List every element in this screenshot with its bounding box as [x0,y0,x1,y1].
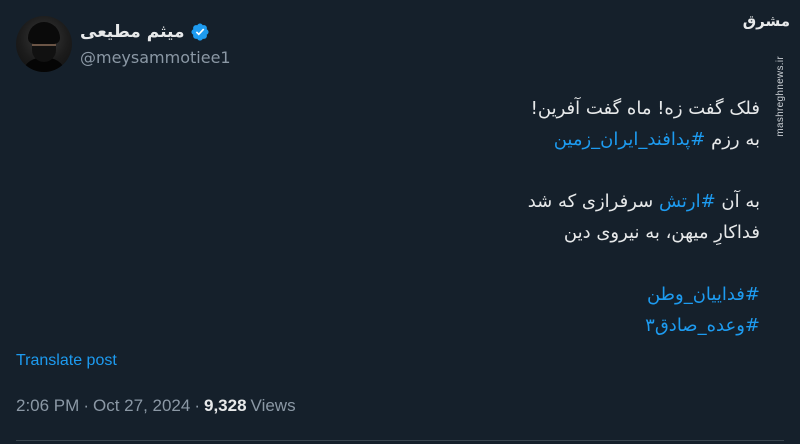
tweet-header: میثم مطیعی @meysammotiee1 [16,16,231,72]
tweet-spacer [20,155,760,186]
author-names: میثم مطیعی @meysammotiee1 [80,22,231,67]
hashtag-link[interactable]: #وعده_صادق۳ [20,310,760,341]
meta-separator: · [194,396,200,415]
tweet-line: به آن #ارتش سرفرازی که شد [20,186,760,217]
views-label: Views [250,396,296,415]
views-count: 9,328 [204,396,247,415]
tweet-line: فداکارِ میهن، به نیروی دین [563,222,760,243]
avatar[interactable] [16,16,72,72]
hashtag-link[interactable]: #ارتش [659,191,716,212]
tweet-line-text: به رزم [705,129,760,150]
watermark-site: mashreghnews.ir [775,56,786,137]
watermark-logo: مشرق [742,12,790,30]
translate-post-link[interactable]: Translate post [16,352,117,370]
avatar-hair [28,22,60,44]
meta-separator: · [83,396,89,415]
name-row: میثم مطیعی [80,22,231,42]
tweet-line-text: به آن [715,191,760,212]
user-handle[interactable]: @meysammotiee1 [80,48,231,67]
tweet-meta: 2:06 PM · Oct 27, 2024 · 9,328 Views [16,396,296,416]
tweet-text: فلک گفت زه! ماه گفت آفرین! به رزم #پدافن… [20,93,760,341]
hashtag-link[interactable]: #پدافند_ایران_زمین [554,129,706,150]
divider [16,440,784,441]
tweet-date[interactable]: Oct 27, 2024 [93,396,190,416]
tweet-spacer [20,248,760,279]
tweet-line: به رزم #پدافند_ایران_زمین [20,124,760,155]
tweet-line: فلک گفت زه! ماه گفت آفرین! [530,98,760,119]
tweet-time[interactable]: 2:06 PM [16,396,79,416]
display-name[interactable]: میثم مطیعی [80,22,184,42]
verified-badge-icon[interactable] [190,22,210,42]
tweet-line-text: سرفرازی که شد [527,191,659,212]
hashtag-link[interactable]: #فداییان_وطن [20,279,760,310]
news-watermark: مشرق mashreghnews.ir [743,10,790,137]
